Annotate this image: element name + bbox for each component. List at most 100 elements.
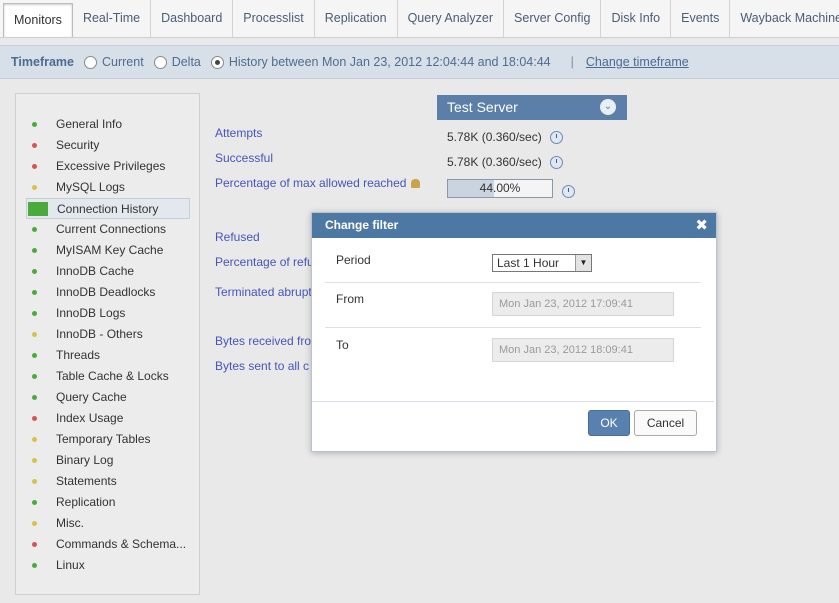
- timeframe-separator: |: [570, 55, 574, 69]
- top-tab-bar: Monitors Real-Time Dashboard Processlist…: [0, 0, 839, 38]
- status-dot-icon: [32, 122, 37, 127]
- status-dot-icon: [32, 248, 37, 253]
- tab-wayback-machine[interactable]: Wayback Machine: [730, 0, 839, 37]
- sidebar-item-label: Query Cache: [56, 390, 127, 404]
- metric-label: Percentage of refu: [215, 255, 314, 269]
- clock-icon[interactable]: [562, 185, 575, 198]
- period-select[interactable]: Last 1 Hour ▼: [492, 254, 592, 272]
- dropdown-arrow-icon[interactable]: ▼: [575, 255, 591, 271]
- divider: [325, 282, 701, 283]
- sidebar-item-label: InnoDB Logs: [56, 306, 126, 320]
- metric-label: Attempts: [215, 126, 263, 140]
- clock-icon[interactable]: [549, 131, 563, 145]
- status-dot-icon: [32, 374, 37, 379]
- sidebar-item-label: Table Cache & Locks: [56, 369, 169, 383]
- tab-query-analyzer[interactable]: Query Analyzer: [398, 0, 505, 37]
- status-dot-icon: [32, 143, 37, 148]
- status-dot-icon: [32, 395, 37, 400]
- sidebar-item-label: Misc.: [56, 516, 84, 530]
- sidebar-item[interactable]: Threads: [26, 345, 190, 366]
- sidebar-item[interactable]: Excessive Privileges: [26, 156, 190, 177]
- sidebar-item-label: Commands & Schema...: [56, 537, 187, 551]
- sidebar-item-label: InnoDB Deadlocks: [56, 285, 156, 299]
- sidebar-item[interactable]: Table Cache & Locks: [26, 366, 190, 387]
- status-dot-icon: [32, 458, 37, 463]
- metric-label: Percentage of max allowed reached: [215, 176, 421, 190]
- status-dot-icon: [32, 479, 37, 484]
- status-dot-icon: [32, 164, 37, 169]
- sidebar-item[interactable]: InnoDB - Others: [26, 324, 190, 345]
- sidebar-item-label: Index Usage: [56, 411, 124, 425]
- tab-dashboard[interactable]: Dashboard: [151, 0, 234, 37]
- status-dot-icon: [32, 185, 37, 190]
- status-dot-icon: [32, 353, 37, 358]
- sidebar-item[interactable]: Statements: [26, 471, 190, 492]
- timeframe-current-radio[interactable]: [84, 55, 97, 69]
- divider: [325, 327, 701, 328]
- timeframe-delta-radio[interactable]: [153, 55, 167, 69]
- sidebar-item[interactable]: Query Cache: [26, 387, 190, 408]
- ok-button[interactable]: OK: [588, 410, 630, 436]
- sidebar-item[interactable]: Linux: [26, 555, 190, 576]
- sidebar-item[interactable]: InnoDB Logs: [26, 303, 190, 324]
- sidebar-item-label: Temporary Tables: [56, 432, 151, 446]
- change-timeframe-link[interactable]: Change timeframe: [586, 55, 689, 69]
- sidebar-item-label: Current Connections: [56, 222, 167, 236]
- timeframe-current-label: Current: [102, 55, 144, 69]
- sidebar-item[interactable]: Security: [26, 135, 190, 156]
- chevron-down-icon[interactable]: ⌄: [600, 99, 616, 115]
- sidebar-item[interactable]: Binary Log: [26, 450, 190, 471]
- tab-replication[interactable]: Replication: [315, 0, 398, 37]
- status-dot-icon: [32, 290, 37, 295]
- status-dot-icon: [32, 227, 37, 232]
- alert-bell-icon[interactable]: [411, 179, 421, 189]
- status-dot-icon: [32, 269, 37, 274]
- server-selector[interactable]: Test Server ⌄: [437, 95, 627, 120]
- sidebar-item[interactable]: Replication: [26, 492, 190, 513]
- tab-disk-info[interactable]: Disk Info: [601, 0, 672, 37]
- cancel-button[interactable]: Cancel: [634, 410, 697, 436]
- sidebar-item-label: Binary Log: [56, 453, 114, 467]
- sidebar-item-label: Security: [56, 138, 100, 152]
- progress-text: 44.00%: [479, 181, 521, 195]
- from-date-field[interactable]: Mon Jan 23, 2012 17:09:41: [492, 292, 674, 316]
- timeframe-history-radio[interactable]: [210, 55, 224, 69]
- clock-icon[interactable]: [549, 156, 563, 170]
- status-dot-icon: [32, 563, 37, 568]
- timeframe-title: Timeframe: [11, 55, 74, 69]
- metric-label: Bytes received fro: [215, 334, 312, 348]
- sidebar-item-label: Connection History: [57, 202, 159, 216]
- status-dot-icon: [32, 416, 37, 421]
- status-dot-icon: [32, 500, 37, 505]
- sidebar-item[interactable]: Current Connections: [26, 219, 190, 240]
- to-date-field[interactable]: Mon Jan 23, 2012 18:09:41: [492, 338, 674, 362]
- metric-label: Bytes sent to all c: [215, 359, 310, 373]
- close-icon[interactable]: ✖: [695, 213, 708, 238]
- tab-monitors[interactable]: Monitors: [3, 3, 73, 37]
- dialog-footer-divider: [312, 401, 714, 402]
- sidebar-item-label: MyISAM Key Cache: [56, 243, 164, 257]
- sidebar-item[interactable]: Temporary Tables: [26, 429, 190, 450]
- sidebar-item[interactable]: Connection History: [26, 198, 190, 219]
- tab-processlist[interactable]: Processlist: [233, 0, 315, 37]
- sidebar-item-label: Excessive Privileges: [56, 159, 166, 173]
- sidebar-item[interactable]: InnoDB Deadlocks: [26, 282, 190, 303]
- sidebar-item-label: Threads: [56, 348, 101, 362]
- sidebar-item[interactable]: MySQL Logs: [26, 177, 190, 198]
- dialog-header: Change filter ✖: [312, 213, 716, 238]
- sidebar-item[interactable]: Misc.: [26, 513, 190, 534]
- sidebar-item[interactable]: InnoDB Cache: [26, 261, 190, 282]
- server-name: Test Server: [447, 99, 518, 115]
- tab-server-config[interactable]: Server Config: [504, 0, 602, 37]
- dialog-title: Change filter: [325, 218, 399, 232]
- change-filter-dialog: Change filter ✖ Period Last 1 Hour ▼ Fro…: [311, 212, 717, 452]
- sidebar-item[interactable]: General Info: [26, 114, 190, 135]
- sidebar-item[interactable]: Commands & Schema...: [26, 534, 190, 555]
- sidebar-item[interactable]: Index Usage: [26, 408, 190, 429]
- tab-events[interactable]: Events: [671, 0, 731, 37]
- status-dot-icon: [32, 521, 37, 526]
- metric-label: Terminated abrupt: [215, 285, 312, 299]
- sidebar-item[interactable]: MyISAM Key Cache: [26, 240, 190, 261]
- tab-real-time[interactable]: Real-Time: [73, 0, 152, 37]
- sidebar-item-label: MySQL Logs: [56, 180, 125, 194]
